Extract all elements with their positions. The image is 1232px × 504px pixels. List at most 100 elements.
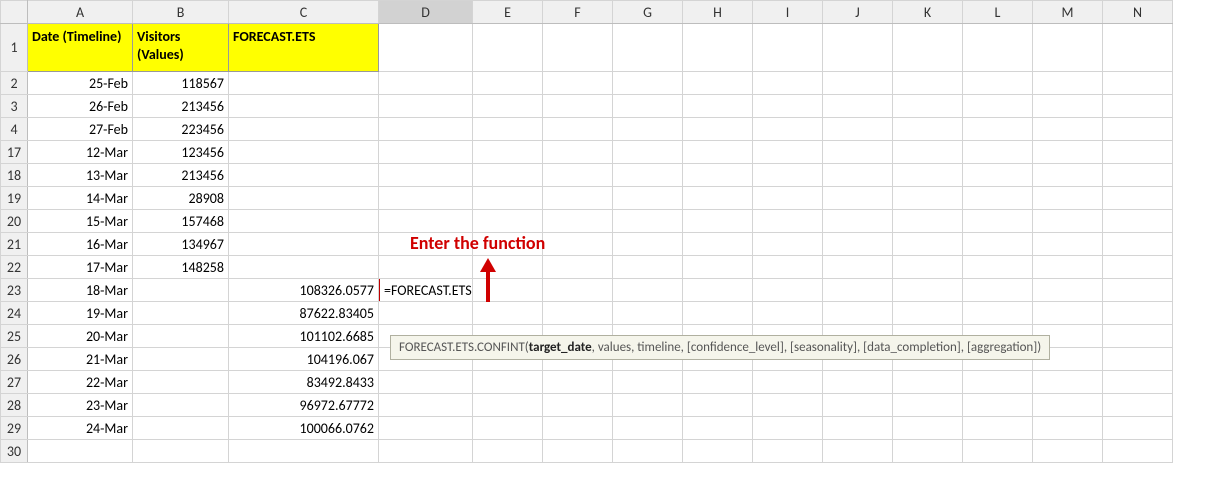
cell-A27[interactable]: 22-Mar	[28, 371, 133, 394]
cell-K20[interactable]	[893, 210, 963, 233]
cell-E4[interactable]	[473, 118, 543, 141]
row-header-21[interactable]: 21	[1, 233, 28, 256]
cell-K19[interactable]	[893, 187, 963, 210]
cell-A29[interactable]: 24-Mar	[28, 417, 133, 440]
cell-L21[interactable]	[963, 233, 1033, 256]
cell-A18[interactable]: 13-Mar	[28, 164, 133, 187]
cell-F4[interactable]	[543, 118, 613, 141]
cell-L30[interactable]	[963, 440, 1033, 463]
cell-B3[interactable]: 213456	[133, 95, 229, 118]
cell-E18[interactable]	[473, 164, 543, 187]
cell-J22[interactable]	[823, 256, 893, 279]
cell-C4[interactable]	[229, 118, 379, 141]
cell-B26[interactable]	[133, 348, 229, 371]
cell-L18[interactable]	[963, 164, 1033, 187]
cell-L27[interactable]	[963, 371, 1033, 394]
cell-B25[interactable]	[133, 325, 229, 348]
cell-L29[interactable]	[963, 417, 1033, 440]
col-header-J[interactable]: J	[823, 1, 893, 24]
cell-I18[interactable]	[753, 164, 823, 187]
cell-N30[interactable]	[1103, 440, 1173, 463]
cell-K24[interactable]	[893, 302, 963, 325]
row-header-2[interactable]: 2	[1, 72, 28, 95]
row-header-19[interactable]: 19	[1, 187, 28, 210]
cell-C28[interactable]: 96972.67772	[229, 394, 379, 417]
cell-C24[interactable]: 87622.83405	[229, 302, 379, 325]
row-header-1[interactable]: 1	[1, 24, 28, 72]
row-header-29[interactable]: 29	[1, 417, 28, 440]
cell-G21[interactable]	[613, 233, 683, 256]
cell-N27[interactable]	[1103, 371, 1173, 394]
cell-N28[interactable]	[1103, 394, 1173, 417]
cell-N22[interactable]	[1103, 256, 1173, 279]
cell-A2[interactable]: 25-Feb	[28, 72, 133, 95]
cell-C30[interactable]	[229, 440, 379, 463]
cell-G1[interactable]	[613, 24, 683, 72]
cell-M3[interactable]	[1033, 95, 1103, 118]
col-header-E[interactable]: E	[473, 1, 543, 24]
cell-B21[interactable]: 134967	[133, 233, 229, 256]
cell-B28[interactable]	[133, 394, 229, 417]
cell-H1[interactable]	[683, 24, 753, 72]
cell-H22[interactable]	[683, 256, 753, 279]
cell-D24[interactable]	[379, 302, 473, 325]
cell-D2[interactable]	[379, 72, 473, 95]
cell-J23[interactable]	[823, 279, 893, 302]
cell-K27[interactable]	[893, 371, 963, 394]
cell-D18[interactable]	[379, 164, 473, 187]
cell-I30[interactable]	[753, 440, 823, 463]
cell-H3[interactable]	[683, 95, 753, 118]
cell-J30[interactable]	[823, 440, 893, 463]
cell-I29[interactable]	[753, 417, 823, 440]
cell-M22[interactable]	[1033, 256, 1103, 279]
cell-D22[interactable]	[379, 256, 473, 279]
cell-N19[interactable]	[1103, 187, 1173, 210]
cell-G3[interactable]	[613, 95, 683, 118]
cell-B29[interactable]	[133, 417, 229, 440]
cell-I23[interactable]	[753, 279, 823, 302]
cell-A26[interactable]: 21-Mar	[28, 348, 133, 371]
cell-F18[interactable]	[543, 164, 613, 187]
cell-J21[interactable]	[823, 233, 893, 256]
col-header-D[interactable]: D	[379, 1, 473, 24]
cell-C2[interactable]	[229, 72, 379, 95]
cell-G27[interactable]	[613, 371, 683, 394]
cell-N4[interactable]	[1103, 118, 1173, 141]
cell-G23[interactable]	[613, 279, 683, 302]
cell-G2[interactable]	[613, 72, 683, 95]
cell-I20[interactable]	[753, 210, 823, 233]
cell-C17[interactable]	[229, 141, 379, 164]
row-header-26[interactable]: 26	[1, 348, 28, 371]
cell-F3[interactable]	[543, 95, 613, 118]
cell-I24[interactable]	[753, 302, 823, 325]
col-header-H[interactable]: H	[683, 1, 753, 24]
cell-L4[interactable]	[963, 118, 1033, 141]
formula-input[interactable]: =FORECAST.ETS.CONFINT(	[379, 279, 473, 302]
row-header-3[interactable]: 3	[1, 95, 28, 118]
cell-N2[interactable]	[1103, 72, 1173, 95]
cell-N25[interactable]	[1103, 325, 1173, 348]
cell-D29[interactable]	[379, 417, 473, 440]
cell-C21[interactable]	[229, 233, 379, 256]
cell-M17[interactable]	[1033, 141, 1103, 164]
cell-A30[interactable]	[28, 440, 133, 463]
cell-C25[interactable]: 101102.6685	[229, 325, 379, 348]
cell-G24[interactable]	[613, 302, 683, 325]
cell-L17[interactable]	[963, 141, 1033, 164]
cell-F20[interactable]	[543, 210, 613, 233]
cell-K30[interactable]	[893, 440, 963, 463]
cell-E28[interactable]	[473, 394, 543, 417]
cell-B4[interactable]: 223456	[133, 118, 229, 141]
cell-N1[interactable]	[1103, 24, 1173, 72]
cell-M24[interactable]	[1033, 302, 1103, 325]
cell-L23[interactable]	[963, 279, 1033, 302]
cell-F23[interactable]	[543, 279, 613, 302]
cell-E2[interactable]	[473, 72, 543, 95]
cell-I27[interactable]	[753, 371, 823, 394]
cell-A21[interactable]: 16-Mar	[28, 233, 133, 256]
cell-L20[interactable]	[963, 210, 1033, 233]
cell-A1[interactable]: Date (Timeline)	[28, 24, 133, 72]
cell-E30[interactable]	[473, 440, 543, 463]
cell-B2[interactable]: 118567	[133, 72, 229, 95]
cell-F1[interactable]	[543, 24, 613, 72]
